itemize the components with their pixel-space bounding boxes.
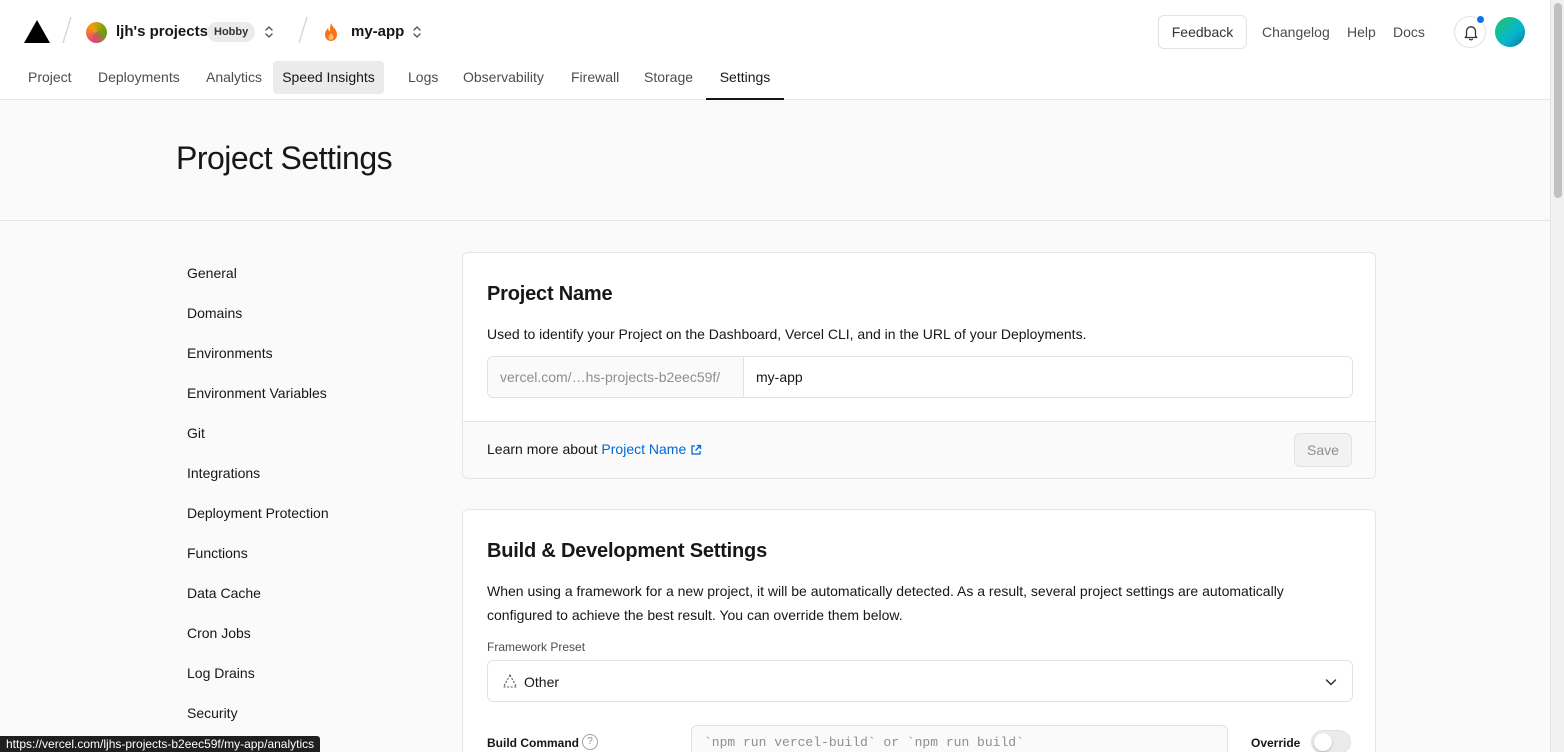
top-bar: ljh's projects Hobby my-app Feedback Cha… (0, 0, 1550, 64)
team-avatar[interactable] (86, 22, 107, 43)
tab-deployments[interactable]: Deployments (86, 64, 192, 100)
project-flame-icon (325, 23, 337, 41)
framework-other-icon (502, 673, 518, 688)
sidebar-item-integrations[interactable]: Integrations (187, 465, 260, 481)
url-prefix: vercel.com/…hs-projects-b2eec59f/ (488, 357, 744, 397)
user-avatar[interactable] (1495, 17, 1525, 47)
tab-project[interactable]: Project (16, 64, 84, 100)
chevron-down-icon (1325, 679, 1337, 686)
page-title-band: Project Settings (0, 100, 1550, 221)
tab-analytics[interactable]: Analytics (194, 64, 274, 100)
build-command-label: Build Command (487, 736, 579, 750)
sidebar-item-log-drains[interactable]: Log Drains (187, 665, 255, 681)
notification-dot (1476, 15, 1485, 24)
project-tabs: Project Deployments Analytics Speed Insi… (0, 61, 1550, 100)
vercel-logo-icon[interactable] (24, 20, 50, 43)
card-footer: Learn more about Project Name Save (463, 421, 1375, 478)
card-description: Used to identify your Project on the Das… (487, 326, 1087, 342)
learn-more-text: Learn more about Project Name (487, 441, 702, 457)
page-scrollbar[interactable] (1550, 0, 1564, 752)
project-name[interactable]: my-app (351, 23, 404, 40)
sidebar-item-general[interactable]: General (187, 265, 237, 281)
tab-speed-insights[interactable]: Speed Insights (273, 61, 384, 94)
learn-more-link-label: Project Name (601, 441, 687, 457)
breadcrumb-separator-icon (62, 16, 72, 44)
sidebar-item-domains[interactable]: Domains (187, 305, 242, 321)
framework-preset-value: Other (524, 674, 560, 690)
top-header: ljh's projects Hobby my-app Feedback Cha… (0, 0, 1550, 100)
tab-firewall[interactable]: Firewall (559, 64, 631, 100)
sidebar-item-cron-jobs[interactable]: Cron Jobs (187, 625, 251, 641)
framework-preset-select[interactable]: Other (487, 660, 1353, 702)
card-description-line-2: configured to achieve the best result. Y… (487, 607, 903, 623)
scrollbar-thumb[interactable] (1554, 3, 1562, 198)
project-switcher-chevron-icon[interactable] (411, 24, 423, 40)
sidebar-item-git[interactable]: Git (187, 425, 205, 441)
changelog-link[interactable]: Changelog (1262, 24, 1330, 40)
sidebar-item-environments[interactable]: Environments (187, 345, 273, 361)
tab-logs[interactable]: Logs (396, 64, 450, 100)
feedback-button[interactable]: Feedback (1158, 15, 1247, 49)
sidebar-item-functions[interactable]: Functions (187, 545, 248, 561)
external-link-icon (691, 444, 702, 455)
link-status-bar: https://vercel.com/ljhs-projects-b2eec59… (0, 736, 321, 752)
tab-observability[interactable]: Observability (451, 64, 556, 100)
settings-content: General Domains Environments Environment… (0, 221, 1550, 752)
help-link[interactable]: Help (1347, 24, 1376, 40)
project-name-field: vercel.com/…hs-projects-b2eec59f/ (487, 356, 1353, 398)
team-switcher-chevron-icon[interactable] (263, 24, 275, 40)
toggle-knob (1314, 733, 1332, 751)
sidebar-item-security[interactable]: Security (187, 705, 238, 721)
team-name[interactable]: ljh's projects (116, 23, 208, 40)
docs-link[interactable]: Docs (1393, 24, 1425, 40)
plan-badge: Hobby (207, 22, 256, 42)
framework-preset-label: Framework Preset (487, 640, 586, 654)
learn-more-label: Learn more about (487, 441, 598, 457)
card-title: Build & Development Settings (487, 540, 767, 562)
override-label: Override (1251, 736, 1301, 750)
breadcrumb-separator-icon (298, 16, 308, 44)
page-title: Project Settings (176, 140, 393, 176)
bell-icon (1464, 26, 1478, 41)
project-name-card: Project Name Used to identify your Proje… (462, 252, 1376, 479)
build-command-input[interactable]: `npm run vercel-build` or `npm run build… (691, 725, 1228, 752)
sidebar-item-environment-variables[interactable]: Environment Variables (187, 385, 327, 401)
project-name-input[interactable] (744, 357, 1352, 397)
tab-storage[interactable]: Storage (632, 64, 705, 100)
learn-more-link[interactable]: Project Name (601, 441, 702, 457)
sidebar-item-deployment-protection[interactable]: Deployment Protection (187, 505, 329, 521)
card-title: Project Name (487, 283, 613, 305)
help-icon[interactable]: ? (582, 734, 598, 750)
save-button[interactable]: Save (1294, 433, 1352, 467)
sidebar-item-data-cache[interactable]: Data Cache (187, 585, 261, 601)
build-settings-card: Build & Development Settings When using … (462, 509, 1376, 752)
tab-settings[interactable]: Settings (706, 64, 784, 100)
card-description-line-1: When using a framework for a new project… (487, 583, 1284, 599)
override-toggle[interactable] (1311, 730, 1351, 752)
